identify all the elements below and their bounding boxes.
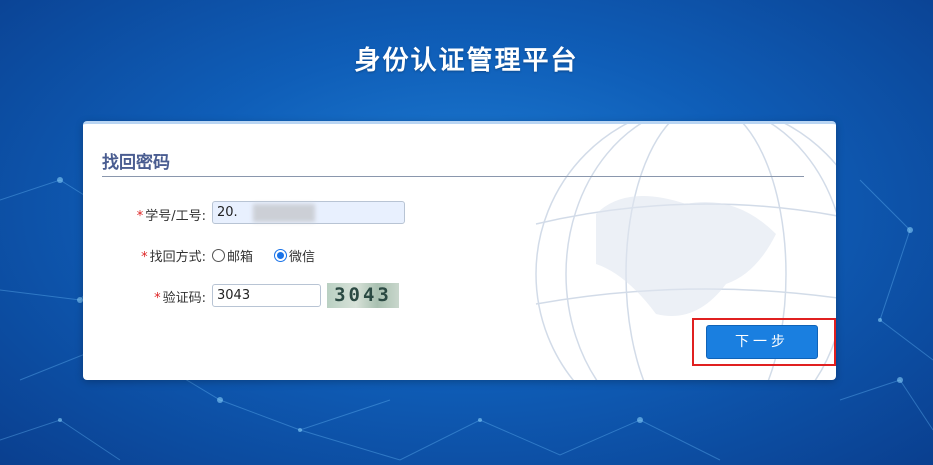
captcha-label: * 验证码: (154, 291, 206, 306)
student-id-label: * 学号/工号: (136, 209, 206, 224)
required-mark: * (154, 291, 161, 306)
radio-email-option[interactable]: 邮箱 (212, 246, 253, 265)
panel-title: 找回密码 (102, 153, 170, 173)
captcha-image[interactable]: 3043 (327, 283, 399, 308)
radio-email[interactable] (212, 249, 225, 262)
recovery-method-label: * 找回方式: (141, 250, 206, 265)
title-divider (102, 176, 804, 177)
redaction-blur (253, 204, 315, 222)
page-title: 身份认证管理平台 (354, 46, 579, 76)
required-mark: * (141, 250, 148, 265)
radio-wechat-option[interactable]: 微信 (274, 246, 315, 265)
student-id-input[interactable]: 20. (212, 201, 405, 224)
radio-wechat[interactable] (274, 249, 287, 262)
highlight-box (692, 318, 836, 366)
required-mark: * (136, 209, 144, 224)
captcha-input[interactable]: 3043 (212, 284, 321, 307)
